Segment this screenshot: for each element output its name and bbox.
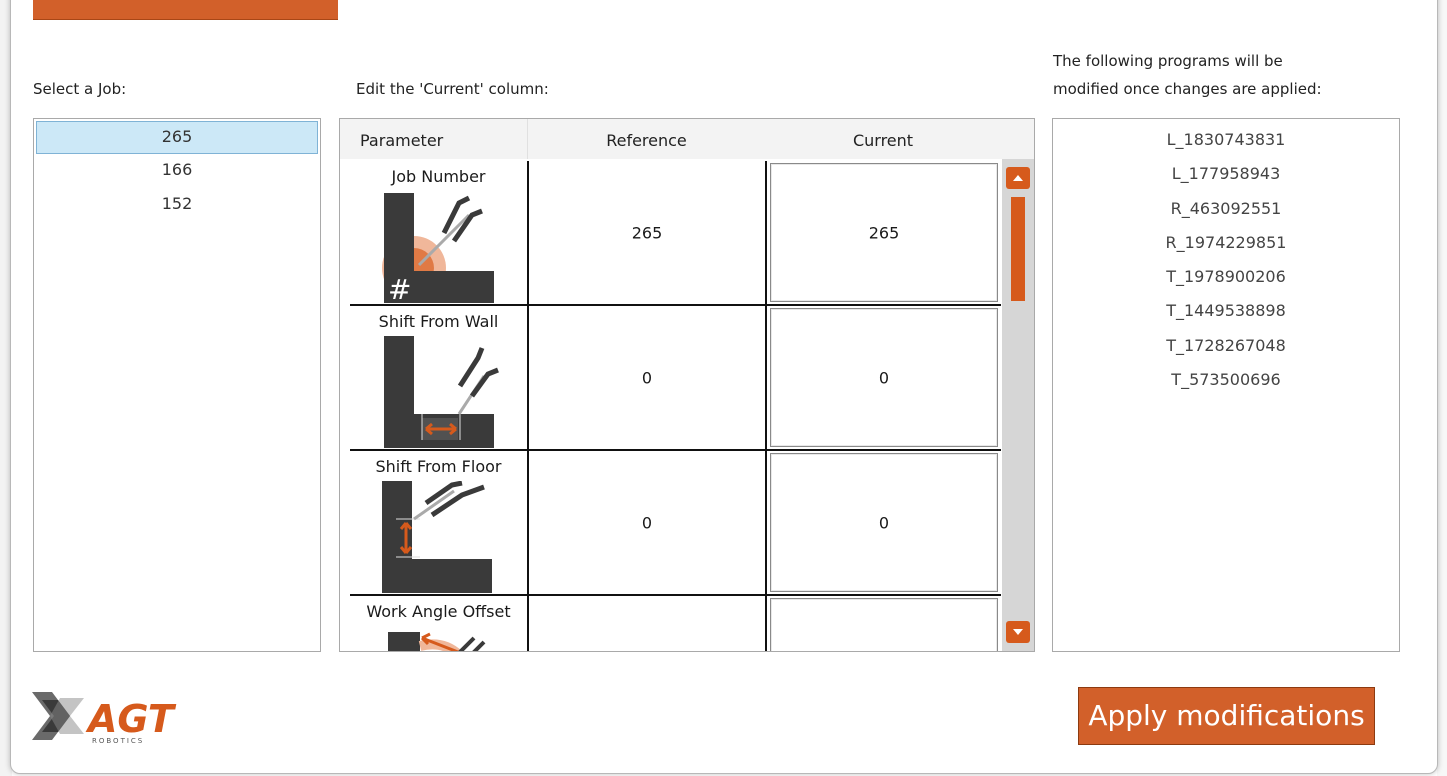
- column-header-spacer: [1001, 119, 1034, 159]
- column-header-parameter[interactable]: Parameter: [340, 119, 528, 159]
- program-item: T_1728267048: [1166, 335, 1286, 355]
- current-cell[interactable]: [767, 596, 1001, 651]
- parameter-grid: Parameter Reference Current Job Number #…: [339, 118, 1035, 652]
- program-item: R_463092551: [1170, 198, 1282, 218]
- shift-from-floor-icon: [382, 481, 492, 593]
- scrollbar-thumb[interactable]: [1011, 197, 1025, 301]
- current-cell[interactable]: 265: [767, 161, 1001, 304]
- program-item: R_1974229851: [1165, 232, 1287, 252]
- current-input[interactable]: 0: [770, 453, 998, 592]
- reference-value: 0: [641, 368, 653, 387]
- job-list-item[interactable]: 152: [34, 188, 320, 222]
- programs-label-line1: The following programs will be: [1053, 52, 1283, 70]
- parameter-cell: Shift From Floor: [350, 451, 529, 594]
- current-cell[interactable]: 0: [767, 451, 1001, 594]
- apply-modifications-button[interactable]: Apply modifications: [1078, 687, 1375, 745]
- scroll-up-button[interactable]: [1006, 167, 1030, 189]
- background-window-edge-right: [1437, 0, 1447, 776]
- table-row: Work Angle Offset: [350, 596, 1001, 651]
- top-orange-bar: [33, 0, 338, 20]
- job-number-icon: #: [382, 193, 494, 303]
- reference-cell: 0: [529, 451, 767, 594]
- job-list-item[interactable]: 265: [36, 121, 318, 154]
- current-input[interactable]: 0: [770, 308, 998, 447]
- table-row: Job Number # 265 265: [350, 161, 1001, 306]
- parameter-name: Work Angle Offset: [366, 602, 511, 621]
- agt-robotics-logo: AGT ROBOTICS: [30, 690, 180, 745]
- chevron-up-icon: [1013, 175, 1023, 181]
- parameter-name: Shift From Wall: [378, 312, 499, 331]
- parameter-cell: Work Angle Offset: [350, 596, 529, 651]
- chevron-down-icon: [1013, 629, 1023, 635]
- reference-cell: 265: [529, 161, 767, 304]
- reference-value: 265: [631, 223, 663, 242]
- program-item: L_1830743831: [1166, 130, 1286, 149]
- reference-cell: [529, 596, 767, 651]
- reference-cell: 0: [529, 306, 767, 449]
- job-list-item[interactable]: 166: [34, 154, 320, 188]
- column-header-current[interactable]: Current: [765, 119, 1002, 159]
- scroll-down-button[interactable]: [1006, 621, 1030, 643]
- current-value[interactable]: 0: [771, 368, 997, 387]
- current-input[interactable]: [770, 598, 998, 651]
- table-row: Shift From Wall 0 0: [350, 306, 1001, 451]
- select-job-label: Select a Job:: [33, 80, 127, 98]
- reference-value: 0: [641, 513, 653, 532]
- parameter-name: Job Number: [391, 167, 486, 186]
- parameter-name: Shift From Floor: [375, 457, 502, 476]
- agt-logo-icon: AGT ROBOTICS: [32, 692, 177, 745]
- job-list[interactable]: 265 166 152: [33, 118, 321, 652]
- program-item: T_1978900206: [1166, 267, 1286, 287]
- program-item: T_1449538898: [1166, 301, 1286, 321]
- program-item: L_177958943: [1171, 164, 1281, 184]
- current-input[interactable]: 265: [770, 163, 998, 302]
- program-item: T_573500696: [1171, 370, 1281, 390]
- column-header-reference[interactable]: Reference: [528, 119, 766, 159]
- current-value[interactable]: 265: [771, 223, 997, 242]
- work-angle-offset-icon: [388, 632, 486, 651]
- current-value[interactable]: 0: [771, 513, 997, 532]
- programs-label-line2: modified once changes are applied:: [1053, 80, 1322, 98]
- current-cell[interactable]: 0: [767, 306, 1001, 449]
- parameter-cell: Job Number #: [350, 161, 529, 304]
- table-row: Shift From Floor 0 0: [350, 451, 1001, 596]
- logo-subtext: ROBOTICS: [92, 737, 144, 745]
- edit-current-label: Edit the 'Current' column:: [356, 80, 549, 98]
- programs-list: L_1830743831 L_177958943 R_463092551 R_1…: [1052, 118, 1400, 652]
- shift-from-wall-icon: [384, 336, 499, 448]
- grid-scrollbar[interactable]: [1002, 159, 1034, 651]
- svg-text:#: #: [388, 273, 411, 303]
- parameter-cell: Shift From Wall: [350, 306, 529, 449]
- logo-text: AGT: [85, 697, 177, 741]
